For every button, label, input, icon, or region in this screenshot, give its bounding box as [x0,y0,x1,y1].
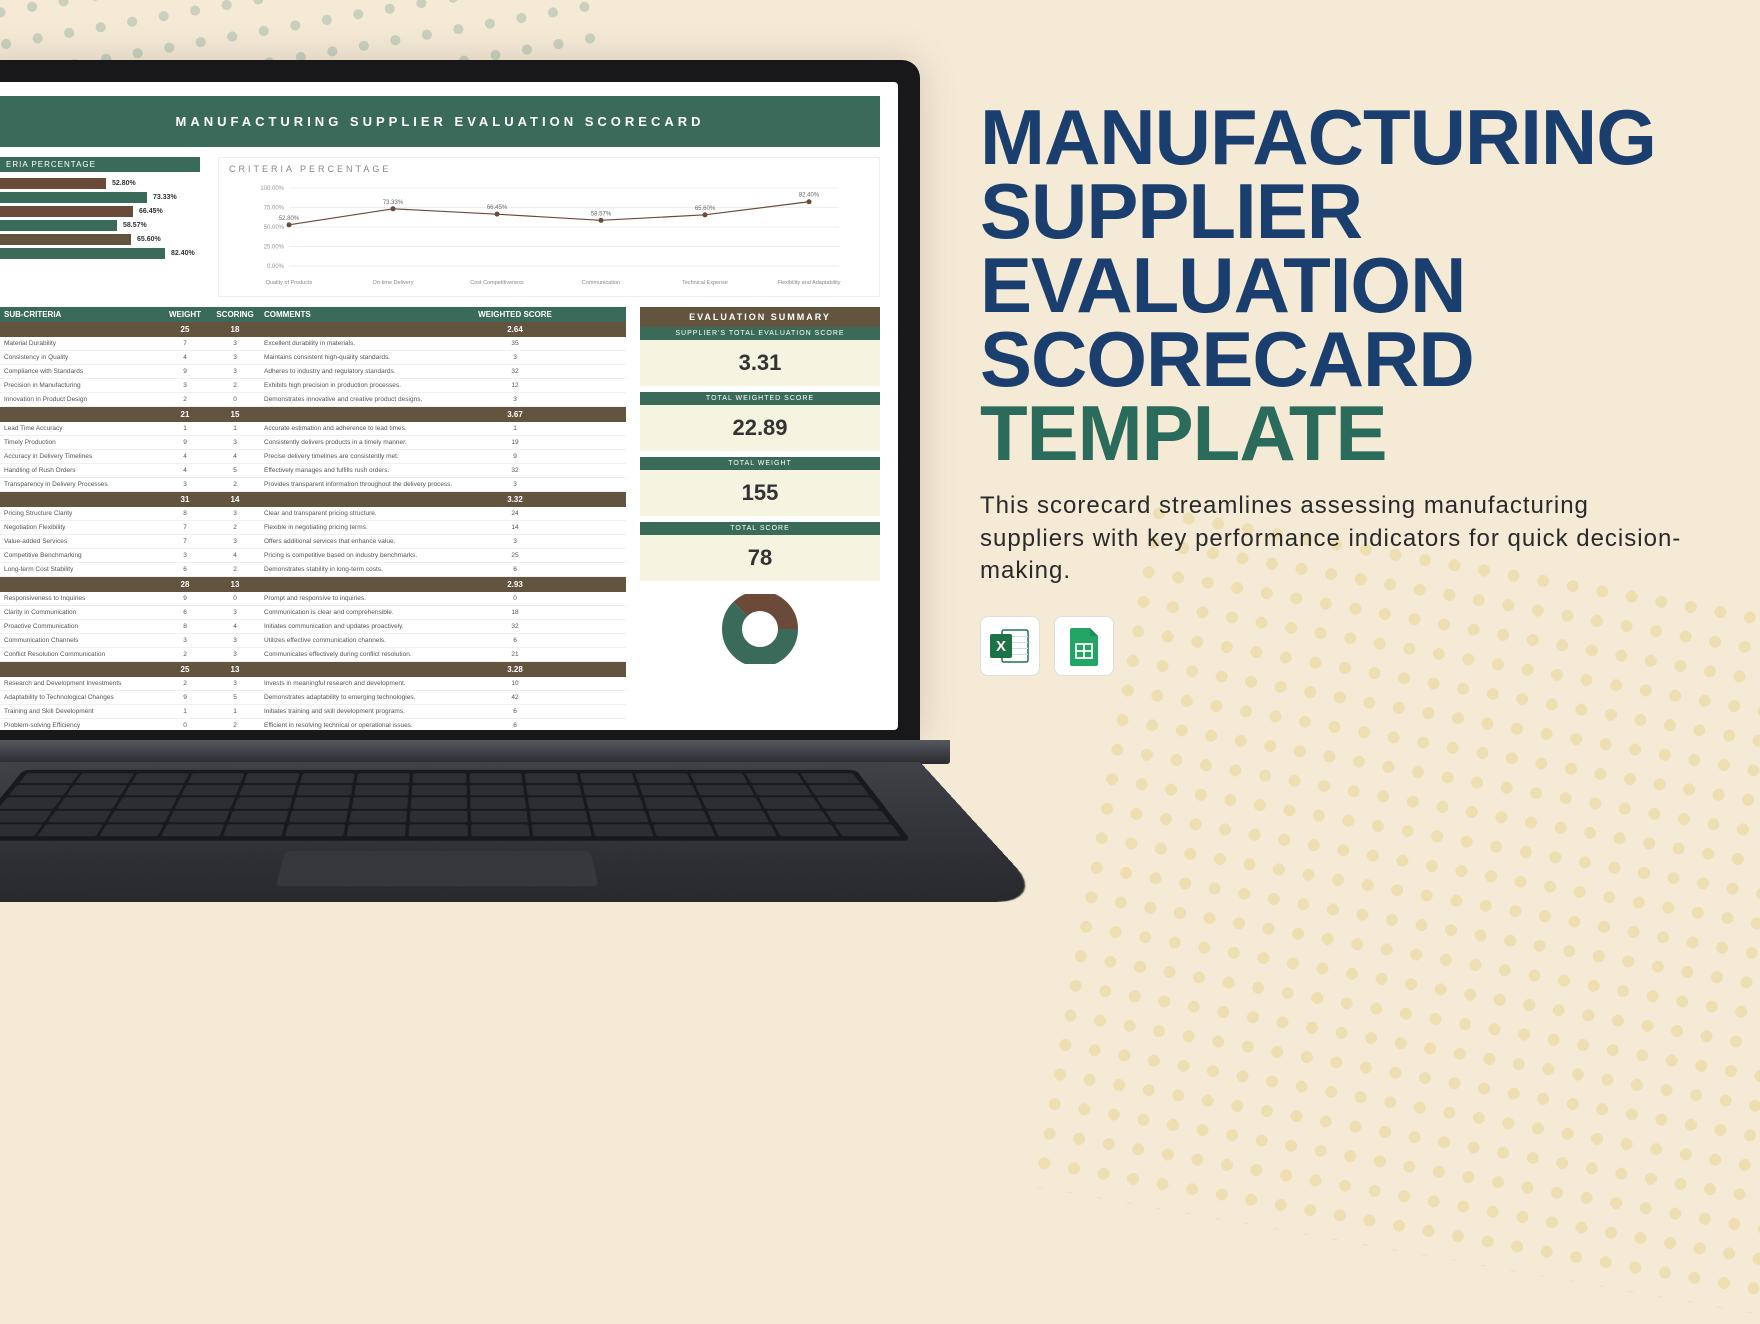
svg-text:75.00%: 75.00% [264,206,285,212]
title-line: EVALUATION [980,248,1700,322]
svg-text:Flexibility and Adaptability: Flexibility and Adaptability [778,280,841,286]
svg-text:Quality of Products: Quality of Products [266,280,313,286]
svg-text:52.80%: 52.80% [279,216,300,222]
sheet-header: MANUFACTURING SUPPLIER EVALUATION SCOREC… [0,96,880,147]
svg-text:On-time Delivery: On-time Delivery [373,280,414,286]
svg-text:50.00%: 50.00% [264,225,285,231]
svg-text:65.60%: 65.60% [695,206,716,212]
svg-text:25.00%: 25.00% [264,245,285,251]
svg-text:82.40%: 82.40% [799,193,820,199]
svg-text:Cost Competitiveness: Cost Competitiveness [470,280,524,286]
svg-text:X: X [996,638,1006,655]
title-line: SUPPLIER [980,174,1700,248]
google-sheets-icon [1054,616,1114,676]
criteria-line-chart: CRITERIA PERCENTAGE 0.00%25.00%50.00%75.… [218,157,880,297]
svg-text:Communication: Communication [582,280,620,286]
excel-icon: X [980,616,1040,676]
svg-text:58.57%: 58.57% [591,211,612,217]
title-line: SCORECARD [980,322,1700,396]
title-line: MANUFACTURING [980,100,1700,174]
svg-text:0.00%: 0.00% [267,264,285,270]
laptop-mockup: MANUFACTURING SUPPLIER EVALUATION SCOREC… [0,60,980,1100]
evaluation-table: SUB-CRITERIA WEIGHT SCORING COMMENTS WEI… [0,307,626,730]
spreadsheet-screen: MANUFACTURING SUPPLIER EVALUATION SCOREC… [0,82,898,730]
svg-text:100.00%: 100.00% [260,186,284,192]
hero-description: This scorecard streamlines assessing man… [980,490,1700,587]
svg-text:73.33%: 73.33% [383,200,404,206]
title-line: TEMPLATE [980,396,1700,470]
svg-text:66.45%: 66.45% [487,205,508,211]
hero-text: MANUFACTURING SUPPLIER EVALUATION SCOREC… [980,100,1700,676]
criteria-bars: ERIA PERCENTAGE 52.80%73.33%66.45%58.57%… [0,157,200,297]
svg-text:Technical Expense: Technical Expense [682,280,728,286]
evaluation-summary: EVALUATION SUMMARY SUPPLIER'S TOTAL EVAL… [640,307,880,730]
